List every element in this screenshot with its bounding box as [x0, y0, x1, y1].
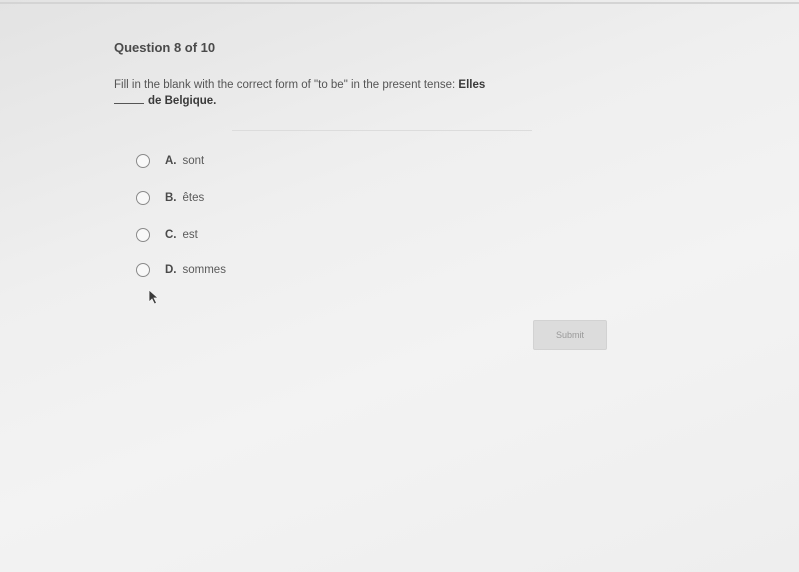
- option-letter: D.: [165, 264, 177, 276]
- top-divider: [0, 2, 799, 4]
- radio-button[interactable]: [136, 191, 150, 205]
- option-text: sont: [182, 155, 205, 167]
- submit-button[interactable]: Submit: [533, 320, 607, 350]
- option-c[interactable]: C. est: [136, 228, 198, 242]
- prompt-rest: de Belgique.: [148, 95, 217, 107]
- prompt-subject: Elles: [458, 79, 486, 91]
- question-prompt: Fill in the blank with the correct form …: [114, 78, 584, 109]
- question-header: Question 8 of 10: [114, 40, 216, 55]
- option-text: sommes: [182, 264, 226, 276]
- answer-blank: [114, 93, 144, 104]
- quiz-page: Question 8 of 10 Fill in the blank with …: [0, 0, 799, 572]
- option-a[interactable]: A. sont: [136, 154, 204, 168]
- prompt-divider: [232, 130, 532, 131]
- option-letter: B.: [165, 192, 177, 204]
- radio-button[interactable]: [136, 154, 150, 168]
- option-text: êtes: [182, 192, 205, 204]
- option-letter: C.: [165, 229, 177, 241]
- radio-button[interactable]: [136, 263, 150, 277]
- option-b[interactable]: B. êtes: [136, 191, 204, 205]
- option-d[interactable]: D. sommes: [136, 263, 226, 277]
- option-letter: A.: [165, 155, 177, 167]
- option-text: est: [182, 229, 198, 241]
- mouse-cursor-icon: [148, 289, 160, 305]
- prompt-text: Fill in the blank with the correct form …: [114, 79, 456, 91]
- radio-button[interactable]: [136, 228, 150, 242]
